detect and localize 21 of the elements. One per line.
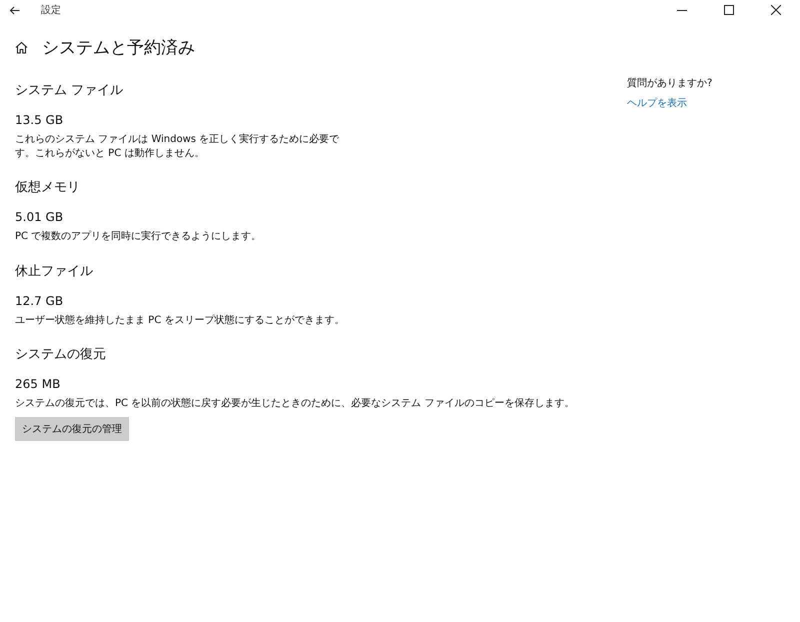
section-description: これらのシステム ファイルは Windows を正しく実行するために必要です。これらがないと PC は動作しません。 (15, 133, 340, 160)
section-description: ユーザー状態を維持したまま PC をスリープ状態にすることができます。 (15, 314, 344, 327)
section-heading: システム ファイル (15, 82, 124, 99)
size-value: 12.7 GB (15, 294, 64, 308)
back-icon[interactable] (9, 6, 20, 14)
size-value: 5.01 GB (15, 210, 64, 224)
help-question: 質問がありますか? (627, 76, 712, 90)
section-heading: 仮想メモリ (15, 179, 80, 196)
close-icon[interactable] (771, 5, 781, 15)
page-title: システムと予約済み (42, 37, 195, 59)
section-description: PC で複数のアプリを同時に実行できるようにします。 (15, 230, 262, 244)
size-value: 265 MB (15, 377, 60, 391)
home-icon[interactable] (15, 41, 28, 54)
window-title: 設定 (41, 4, 61, 17)
manage-button[interactable]: システムの復元の管理 (15, 416, 129, 440)
section-description: システムの復元では、PC を以前の状態に戻す必要が生じたときのために、必要なシステム ファイルのコピーを保存します。 (15, 397, 574, 410)
maximize-icon[interactable] (724, 5, 734, 15)
section-heading: システムの復元 (15, 346, 106, 363)
help-link[interactable]: ヘルプを表示 (627, 96, 712, 110)
size-value: 13.5 GB (15, 113, 64, 127)
section-heading: 休止ファイル (15, 262, 93, 280)
